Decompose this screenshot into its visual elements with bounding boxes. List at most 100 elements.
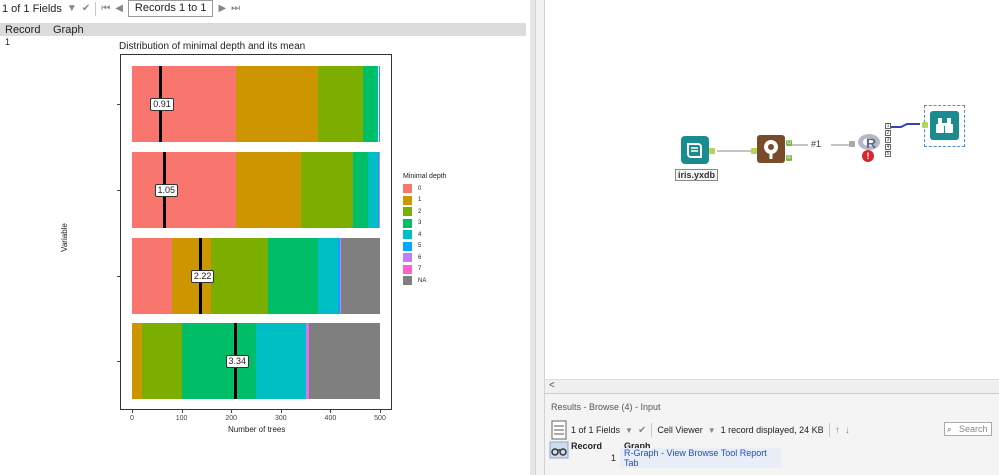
bar-segment	[362, 66, 377, 142]
arrow-down-icon[interactable]: ↓	[845, 425, 850, 436]
legend-item: 5	[403, 241, 447, 253]
legend-label: 2	[418, 208, 422, 215]
legend-label: NA	[418, 277, 427, 284]
bar-segment	[132, 238, 172, 314]
canvas-horizontal-scrollbar[interactable]: <	[545, 379, 999, 393]
col-record: Record	[571, 441, 603, 451]
toolbar-separator	[651, 423, 653, 437]
x-tick-mark	[380, 410, 381, 413]
bar-segment	[378, 66, 380, 142]
x-tick-mark	[132, 410, 133, 413]
mean-depth-label: 2.22	[190, 270, 215, 283]
results-pane: Results - Browse (4) - Input 1 of 1 Fiel…	[545, 393, 999, 475]
bar-segment	[367, 152, 378, 228]
legend-swatch	[403, 195, 412, 205]
bar-segment	[341, 238, 380, 314]
check-icon[interactable]: ✔	[638, 425, 646, 436]
scroll-left-icon[interactable]: <	[549, 380, 555, 391]
connection-label: #1	[811, 139, 822, 149]
app-window: 1 of 1 Fields ▼ ✔ ⏮ ◀ Records 1 to 1 ▶ ⏭…	[0, 0, 999, 475]
bar-segment	[256, 323, 306, 399]
legend-swatch	[403, 264, 412, 274]
legend-items: 0 1 2 3 4 5 6 7 NA	[403, 183, 447, 287]
first-record-icon[interactable]: ⏮	[101, 3, 110, 14]
legend-item: 7	[403, 264, 447, 276]
previous-record-icon[interactable]: ◀	[115, 3, 123, 14]
bar-segment	[236, 66, 318, 142]
mean-depth-label: 0.91	[150, 98, 174, 111]
svg-text:R: R	[866, 135, 876, 151]
last-record-icon[interactable]: ⏭	[231, 3, 240, 14]
input-output-anchor[interactable]	[709, 148, 715, 154]
browse-input-anchor[interactable]	[922, 122, 928, 128]
r-input-anchor[interactable]	[849, 141, 855, 147]
workflow-canvas[interactable]: iris.yxdb O R #1 R ! 12345	[545, 0, 999, 379]
arrow-up-icon[interactable]: ↑	[835, 425, 840, 436]
check-icon[interactable]: ✔	[82, 3, 90, 14]
input-data-tool[interactable]	[681, 136, 709, 164]
r-output-anchor[interactable]: 5	[885, 151, 891, 157]
r-output-anchor[interactable]: 1	[885, 123, 891, 129]
legend-swatch	[403, 230, 412, 240]
connection-r-to-browse	[891, 123, 920, 128]
bar-segment	[132, 152, 237, 228]
browse-view-icon[interactable]	[549, 441, 569, 459]
tree-icon	[764, 140, 778, 159]
bar-segment	[318, 238, 338, 314]
records-range-box[interactable]: Records 1 to 1	[127, 0, 214, 17]
table-row[interactable]: 1 R-Graph - View Browse Tool Report Tab	[571, 448, 781, 468]
table-view-icon[interactable]	[551, 420, 567, 440]
x-tick-mark	[280, 410, 282, 413]
legend-swatch	[403, 241, 412, 251]
r-output-anchor[interactable]: 2	[885, 130, 891, 136]
legend-item: 3	[403, 218, 447, 230]
cell-viewer-selector[interactable]: Cell Viewer	[657, 425, 702, 435]
search-icon: ⌕	[947, 425, 952, 434]
fields-selector[interactable]: 1 of 1 Fields	[2, 3, 62, 15]
legend-item: 1	[403, 195, 447, 207]
results-fields-selector[interactable]: 1 of 1 Fields	[571, 425, 620, 435]
report-toolbar: 1 of 1 Fields ▼ ✔ ⏮ ◀ Records 1 to 1 ▶ ⏭	[0, 0, 530, 17]
bar-segment	[132, 66, 237, 142]
chart-title: Distribution of minimal depth and its me…	[119, 41, 306, 52]
bar-segment	[300, 152, 353, 228]
header-graph: Graph	[53, 23, 84, 36]
legend-swatch	[403, 184, 412, 194]
pane-divider[interactable]	[535, 0, 545, 475]
graph-link[interactable]: R-Graph - View Browse Tool Report Tab	[620, 448, 781, 468]
model-output-anchor-r[interactable]: R	[786, 155, 792, 161]
legend-label: 5	[418, 243, 422, 250]
model-output-anchor-o[interactable]: O	[786, 140, 792, 146]
results-table: Record Graph 1 R-Graph - View Browse Too…	[571, 440, 781, 468]
legend-swatch	[403, 253, 412, 263]
results-side-icons	[549, 418, 569, 475]
toolbar-separator	[828, 423, 830, 437]
report-browse-pane: 1 of 1 Fields ▼ ✔ ⏮ ◀ Records 1 to 1 ▶ ⏭…	[0, 0, 530, 475]
y-tick-mark	[117, 361, 120, 362]
browse-tool[interactable]	[930, 111, 959, 140]
bar-segment	[309, 323, 380, 399]
legend-item: 4	[403, 229, 447, 241]
random-forest-tool[interactable]	[757, 135, 785, 163]
r-output-anchor[interactable]: 3	[885, 137, 891, 143]
r-output-anchor[interactable]: 4	[885, 144, 891, 150]
toolbar-separator	[95, 1, 97, 16]
x-tick-label: 500	[374, 415, 386, 422]
y-axis-title: Variable	[59, 223, 69, 252]
dropdown-arrow-icon[interactable]: ▼	[67, 3, 77, 14]
input-tool-caption: iris.yxdb	[675, 169, 719, 181]
legend-item: 2	[403, 206, 447, 218]
search-input[interactable]: ⌕ Search	[944, 422, 992, 436]
results-toolbar: 1 of 1 Fields ▼ ✔ Cell Viewer ▼ 1 record…	[571, 422, 996, 438]
bar-segment	[318, 66, 363, 142]
next-record-icon[interactable]: ▶	[218, 3, 226, 14]
legend-title: Minimal depth	[403, 173, 447, 180]
legend-label: 0	[418, 185, 422, 192]
dropdown-arrow-icon[interactable]: ▼	[708, 426, 716, 435]
dropdown-arrow-icon[interactable]: ▼	[625, 426, 633, 435]
legend-label: 4	[418, 231, 422, 238]
x-tick-label: 0	[130, 415, 134, 422]
x-tick-label: 400	[324, 415, 337, 422]
error-icon[interactable]: !	[862, 150, 874, 162]
book-icon	[687, 143, 702, 158]
